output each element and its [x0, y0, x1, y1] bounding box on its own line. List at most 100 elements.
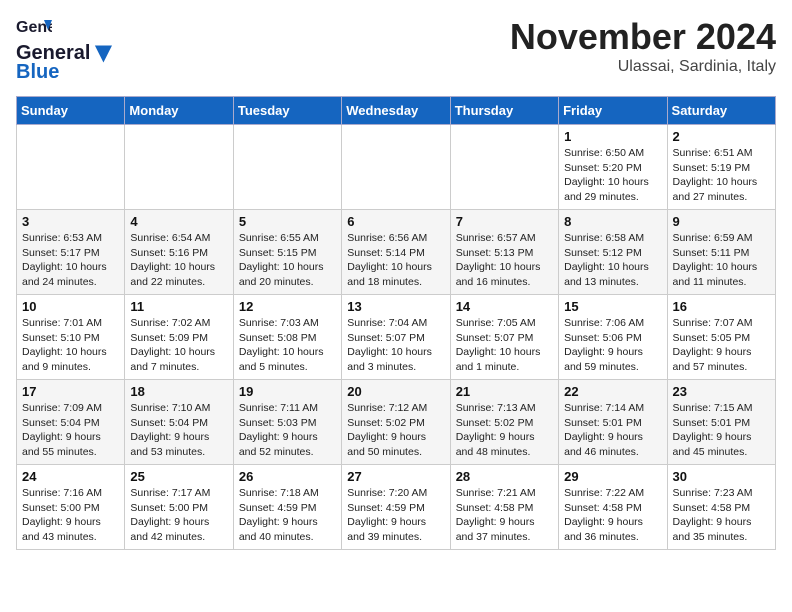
calendar-header-row: SundayMondayTuesdayWednesdayThursdayFrid… [17, 97, 776, 125]
logo-blue: Blue [16, 61, 59, 84]
calendar-cell: 17 Sunrise: 7:09 AM Sunset: 5:04 PM Dayli… [17, 380, 125, 465]
day-number: 22 [564, 384, 661, 399]
day-info: Sunrise: 7:14 AM Sunset: 5:01 PM Dayligh… [564, 401, 661, 460]
day-info: Sunrise: 7:16 AM Sunset: 5:00 PM Dayligh… [22, 486, 119, 545]
calendar-cell [233, 125, 341, 210]
day-number: 25 [130, 469, 227, 484]
day-info: Sunrise: 6:57 AM Sunset: 5:13 PM Dayligh… [456, 231, 553, 290]
day-number: 5 [239, 214, 336, 229]
weekday-header: Friday [559, 97, 667, 125]
calendar-cell: 5 Sunrise: 6:55 AM Sunset: 5:15 PM Daylig… [233, 210, 341, 295]
day-info: Sunrise: 7:02 AM Sunset: 5:09 PM Dayligh… [130, 316, 227, 375]
calendar-week-row: 1Sunrise: 6:50 AM Sunset: 5:20 PM Daylig… [17, 125, 776, 210]
day-info: Sunrise: 7:06 AM Sunset: 5:06 PM Dayligh… [564, 316, 661, 375]
day-info: Sunrise: 6:53 AM Sunset: 5:17 PM Dayligh… [22, 231, 119, 290]
day-number: 15 [564, 299, 661, 314]
logo: General General Blue [16, 16, 112, 84]
month-title: November 2024 [510, 16, 776, 58]
calendar-cell: 10Sunrise: 7:01 AM Sunset: 5:10 PM Dayli… [17, 295, 125, 380]
calendar-cell: 16Sunrise: 7:07 AM Sunset: 5:05 PM Dayli… [667, 295, 775, 380]
calendar-cell: 13 Sunrise: 7:04 AM Sunset: 5:07 PM Dayli… [342, 295, 450, 380]
day-number: 28 [456, 469, 553, 484]
weekday-header: Sunday [17, 97, 125, 125]
logo-triangle [90, 43, 112, 65]
calendar-cell: 12 Sunrise: 7:03 AM Sunset: 5:08 PM Dayli… [233, 295, 341, 380]
day-info: Sunrise: 7:23 AM Sunset: 4:58 PM Dayligh… [673, 486, 770, 545]
day-info: Sunrise: 7:05 AM Sunset: 5:07 PM Dayligh… [456, 316, 553, 375]
logo-icon: General [16, 16, 52, 40]
day-info: Sunrise: 7:17 AM Sunset: 5:00 PM Dayligh… [130, 486, 227, 545]
calendar-cell [342, 125, 450, 210]
day-info: Sunrise: 6:58 AM Sunset: 5:12 PM Dayligh… [564, 231, 661, 290]
day-number: 12 [239, 299, 336, 314]
day-info: Sunrise: 6:54 AM Sunset: 5:16 PM Dayligh… [130, 231, 227, 290]
day-info: Sunrise: 7:04 AM Sunset: 5:07 PM Dayligh… [347, 316, 444, 375]
calendar-cell: 2 Sunrise: 6:51 AM Sunset: 5:19 PM Daylig… [667, 125, 775, 210]
calendar-week-row: 3 Sunrise: 6:53 AM Sunset: 5:17 PM Daylig… [17, 210, 776, 295]
day-info: Sunrise: 7:18 AM Sunset: 4:59 PM Dayligh… [239, 486, 336, 545]
day-info: Sunrise: 6:55 AM Sunset: 5:15 PM Dayligh… [239, 231, 336, 290]
calendar-cell: 22 Sunrise: 7:14 AM Sunset: 5:01 PM Dayli… [559, 380, 667, 465]
day-info: Sunrise: 7:21 AM Sunset: 4:58 PM Dayligh… [456, 486, 553, 545]
calendar-cell: 8 Sunrise: 6:58 AM Sunset: 5:12 PM Daylig… [559, 210, 667, 295]
calendar-cell: 11 Sunrise: 7:02 AM Sunset: 5:09 PM Dayli… [125, 295, 233, 380]
day-number: 29 [564, 469, 661, 484]
calendar-cell: 9 Sunrise: 6:59 AM Sunset: 5:11 PM Daylig… [667, 210, 775, 295]
calendar-cell: 1Sunrise: 6:50 AM Sunset: 5:20 PM Daylig… [559, 125, 667, 210]
day-number: 9 [673, 214, 770, 229]
calendar-cell: 19 Sunrise: 7:11 AM Sunset: 5:03 PM Dayli… [233, 380, 341, 465]
day-number: 14 [456, 299, 553, 314]
day-info: Sunrise: 7:11 AM Sunset: 5:03 PM Dayligh… [239, 401, 336, 460]
calendar-cell: 27Sunrise: 7:20 AM Sunset: 4:59 PM Dayli… [342, 465, 450, 550]
day-number: 3 [22, 214, 119, 229]
calendar-week-row: 24 Sunrise: 7:16 AM Sunset: 5:00 PM Dayli… [17, 465, 776, 550]
calendar-cell: 26 Sunrise: 7:18 AM Sunset: 4:59 PM Dayli… [233, 465, 341, 550]
location-title: Ulassai, Sardinia, Italy [510, 58, 776, 76]
calendar-cell: 23 Sunrise: 7:15 AM Sunset: 5:01 PM Dayli… [667, 380, 775, 465]
day-number: 10 [22, 299, 119, 314]
day-info: Sunrise: 7:09 AM Sunset: 5:04 PM Dayligh… [22, 401, 119, 460]
day-number: 4 [130, 214, 227, 229]
weekday-header: Monday [125, 97, 233, 125]
day-info: Sunrise: 7:15 AM Sunset: 5:01 PM Dayligh… [673, 401, 770, 460]
calendar-cell: 30 Sunrise: 7:23 AM Sunset: 4:58 PM Dayli… [667, 465, 775, 550]
day-number: 30 [673, 469, 770, 484]
day-number: 19 [239, 384, 336, 399]
day-info: Sunrise: 7:20 AM Sunset: 4:59 PM Dayligh… [347, 486, 444, 545]
day-number: 18 [130, 384, 227, 399]
calendar-cell: 21Sunrise: 7:13 AM Sunset: 5:02 PM Dayli… [450, 380, 558, 465]
calendar-cell: 24 Sunrise: 7:16 AM Sunset: 5:00 PM Dayli… [17, 465, 125, 550]
calendar-cell: 15 Sunrise: 7:06 AM Sunset: 5:06 PM Dayli… [559, 295, 667, 380]
day-info: Sunrise: 6:56 AM Sunset: 5:14 PM Dayligh… [347, 231, 444, 290]
day-info: Sunrise: 6:59 AM Sunset: 5:11 PM Dayligh… [673, 231, 770, 290]
weekday-header: Tuesday [233, 97, 341, 125]
day-number: 24 [22, 469, 119, 484]
calendar-week-row: 17 Sunrise: 7:09 AM Sunset: 5:04 PM Dayli… [17, 380, 776, 465]
day-info: Sunrise: 7:03 AM Sunset: 5:08 PM Dayligh… [239, 316, 336, 375]
day-number: 16 [673, 299, 770, 314]
calendar-cell: 18 Sunrise: 7:10 AM Sunset: 5:04 PM Dayli… [125, 380, 233, 465]
calendar-cell: 4 Sunrise: 6:54 AM Sunset: 5:16 PM Daylig… [125, 210, 233, 295]
calendar-body: 1Sunrise: 6:50 AM Sunset: 5:20 PM Daylig… [17, 125, 776, 550]
day-number: 26 [239, 469, 336, 484]
calendar-cell [450, 125, 558, 210]
day-number: 1 [564, 129, 661, 144]
day-number: 23 [673, 384, 770, 399]
day-info: Sunrise: 6:51 AM Sunset: 5:19 PM Dayligh… [673, 146, 770, 205]
calendar-cell: 25 Sunrise: 7:17 AM Sunset: 5:00 PM Dayli… [125, 465, 233, 550]
day-number: 2 [673, 129, 770, 144]
day-number: 8 [564, 214, 661, 229]
day-number: 11 [130, 299, 227, 314]
day-number: 7 [456, 214, 553, 229]
day-number: 13 [347, 299, 444, 314]
calendar-table: SundayMondayTuesdayWednesdayThursdayFrid… [16, 96, 776, 550]
calendar-cell: 29 Sunrise: 7:22 AM Sunset: 4:58 PM Dayli… [559, 465, 667, 550]
day-info: Sunrise: 7:10 AM Sunset: 5:04 PM Dayligh… [130, 401, 227, 460]
weekday-header: Wednesday [342, 97, 450, 125]
day-number: 6 [347, 214, 444, 229]
calendar-cell: 14 Sunrise: 7:05 AM Sunset: 5:07 PM Dayli… [450, 295, 558, 380]
day-number: 17 [22, 384, 119, 399]
day-info: Sunrise: 7:22 AM Sunset: 4:58 PM Dayligh… [564, 486, 661, 545]
weekday-header: Saturday [667, 97, 775, 125]
day-info: Sunrise: 7:13 AM Sunset: 5:02 PM Dayligh… [456, 401, 553, 460]
